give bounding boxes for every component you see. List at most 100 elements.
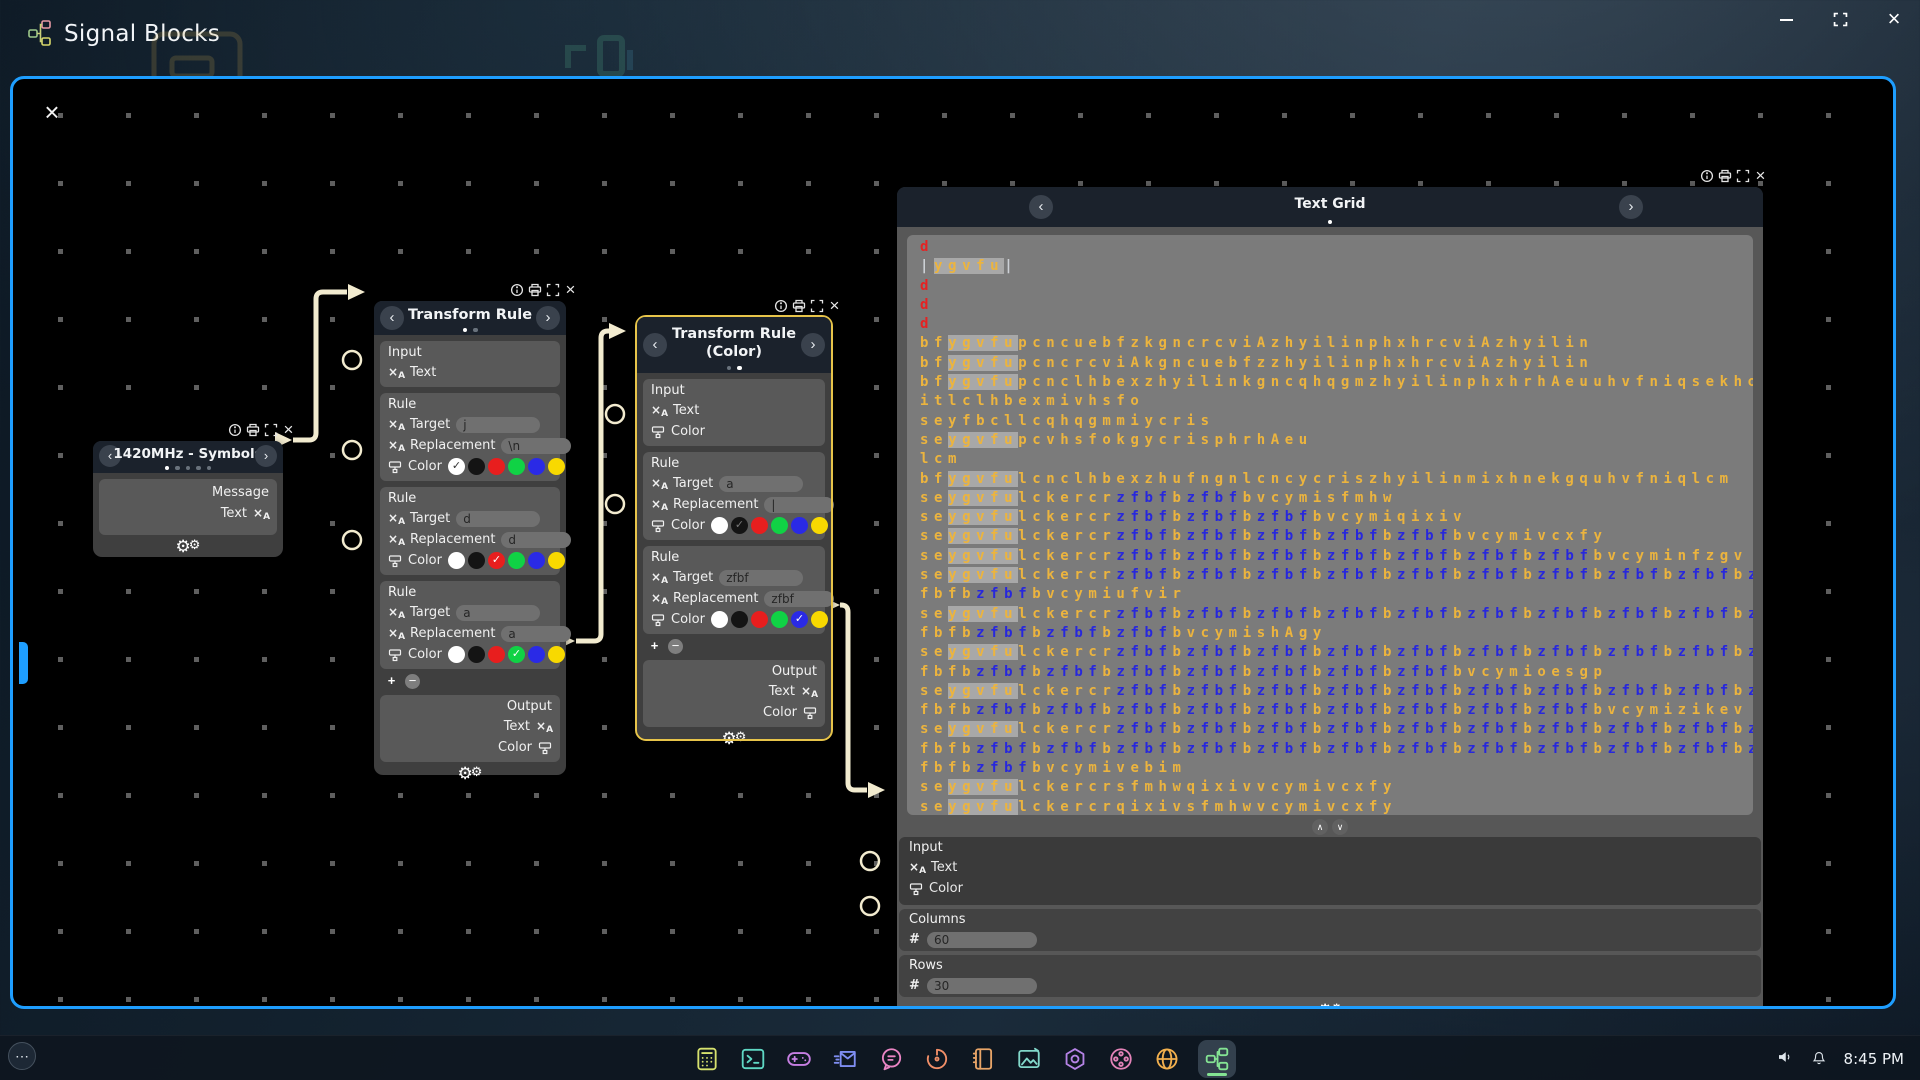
notebook-app-icon[interactable] — [968, 1044, 998, 1074]
panel-handle[interactable] — [19, 642, 28, 684]
fullscreen-icon[interactable] — [1735, 169, 1750, 184]
replacement-field[interactable]: a — [501, 626, 571, 642]
settings-gears-icon[interactable]: ⚙⚙ — [374, 762, 566, 786]
blue-swatch[interactable] — [791, 517, 808, 534]
next-page-button[interactable]: › — [801, 333, 825, 357]
fullscreen-icon[interactable] — [545, 283, 560, 298]
remove-rule-button[interactable]: − — [405, 674, 420, 689]
black-swatch[interactable] — [468, 646, 485, 663]
replacement-field[interactable]: \n — [501, 438, 571, 454]
chat-app-icon[interactable] — [876, 1044, 906, 1074]
volume-icon[interactable] — [1776, 1048, 1794, 1069]
gamepad-app-icon[interactable] — [784, 1044, 814, 1074]
white-swatch[interactable]: ✓ — [448, 458, 465, 475]
printer-icon[interactable] — [1717, 169, 1732, 184]
minimize-button[interactable] — [1772, 6, 1800, 32]
fullscreen-icon[interactable] — [263, 423, 278, 438]
replacement-field[interactable]: zfbf — [764, 591, 834, 607]
info-icon[interactable] — [1699, 169, 1714, 184]
white-swatch[interactable] — [448, 646, 465, 663]
node-canvas[interactable]: × ‹ 1420MHz - Symbols › MessageText×A ⚙⚙… — [10, 76, 1896, 1009]
terminal-app-icon[interactable] — [738, 1044, 768, 1074]
film-reel-app-icon[interactable] — [1106, 1044, 1136, 1074]
yellow-swatch[interactable] — [548, 552, 565, 569]
white-swatch[interactable] — [711, 517, 728, 534]
printer-icon[interactable] — [245, 423, 260, 438]
green-swatch[interactable]: ✓ — [508, 646, 525, 663]
printer-icon[interactable] — [527, 283, 542, 298]
calculator-app-icon[interactable] — [692, 1044, 722, 1074]
target-field[interactable]: d — [456, 511, 540, 527]
add-rule-button[interactable]: + — [384, 674, 399, 689]
maximize-button[interactable] — [1826, 6, 1854, 32]
green-swatch[interactable] — [771, 517, 788, 534]
yellow-swatch[interactable] — [548, 458, 565, 475]
white-swatch[interactable] — [448, 552, 465, 569]
notifications-bell-icon[interactable] — [1810, 1048, 1828, 1069]
remove-rule-button[interactable]: − — [668, 639, 683, 654]
yellow-swatch[interactable] — [811, 517, 828, 534]
green-swatch[interactable] — [508, 458, 525, 475]
node-transform-rule[interactable]: ‹ Transform Rule › Input×ATextRule×ATarg… — [374, 301, 566, 775]
close-icon[interactable]: × — [563, 283, 578, 298]
next-page-button[interactable]: › — [1619, 195, 1643, 219]
text-grid-output[interactable]: d|ygvfu|dddbfygvfupcncuebfzkgncrcviAzhyi… — [907, 235, 1753, 815]
black-swatch[interactable] — [731, 611, 748, 628]
timer-app-icon[interactable] — [922, 1044, 952, 1074]
canvas-close-icon[interactable]: × — [39, 99, 65, 125]
settings-gears-icon[interactable]: ⚙⚙ — [637, 727, 831, 751]
red-swatch[interactable] — [488, 646, 505, 663]
scroll-down-button[interactable]: ∨ — [1332, 819, 1348, 835]
close-icon[interactable]: × — [281, 423, 296, 438]
node-transform-color-header[interactable]: ‹ Transform Rule(Color) › — [637, 317, 831, 373]
node-symbols[interactable]: ‹ 1420MHz - Symbols › MessageText×A ⚙⚙ — [93, 441, 283, 557]
yellow-swatch[interactable] — [811, 611, 828, 628]
node-graph-app-icon[interactable] — [1198, 1040, 1236, 1078]
columns-value-field[interactable]: 60 — [927, 932, 1037, 948]
node-text-grid-header[interactable]: ‹ Text Grid › — [897, 187, 1763, 227]
target-field[interactable]: j — [456, 417, 540, 433]
node-symbols-header[interactable]: ‹ 1420MHz - Symbols › — [93, 441, 283, 473]
scroll-up-button[interactable]: ∧ — [1312, 819, 1328, 835]
next-page-button[interactable]: › — [536, 306, 560, 330]
black-swatch[interactable]: ✓ — [731, 517, 748, 534]
blue-swatch[interactable] — [528, 552, 545, 569]
settings-gears-icon[interactable]: ⚙⚙ — [93, 535, 283, 559]
info-icon[interactable] — [227, 423, 242, 438]
image-editor-app-icon[interactable] — [1014, 1044, 1044, 1074]
green-swatch[interactable] — [771, 611, 788, 628]
info-icon[interactable] — [773, 299, 788, 314]
close-icon[interactable]: × — [827, 299, 842, 314]
target-field[interactable]: a — [719, 476, 803, 492]
red-swatch[interactable] — [488, 458, 505, 475]
settings-gears-icon[interactable]: ⚙⚙ — [897, 999, 1763, 1009]
taskbar-more-button[interactable]: ⋯ — [8, 1042, 36, 1070]
green-swatch[interactable] — [508, 552, 525, 569]
globe-app-icon[interactable] — [1152, 1044, 1182, 1074]
fullscreen-icon[interactable] — [809, 299, 824, 314]
info-icon[interactable] — [509, 283, 524, 298]
red-swatch[interactable] — [751, 517, 768, 534]
target-field[interactable]: zfbf — [719, 570, 803, 586]
red-swatch[interactable]: ✓ — [488, 552, 505, 569]
printer-icon[interactable] — [791, 299, 806, 314]
white-swatch[interactable] — [711, 611, 728, 628]
red-swatch[interactable] — [751, 611, 768, 628]
black-swatch[interactable] — [468, 552, 485, 569]
next-page-button[interactable]: › — [255, 445, 277, 467]
add-rule-button[interactable]: + — [647, 639, 662, 654]
replacement-field[interactable]: d — [501, 532, 571, 548]
blue-swatch[interactable]: ✓ — [791, 611, 808, 628]
hex-settings-app-icon[interactable] — [1060, 1044, 1090, 1074]
mail-send-app-icon[interactable] — [830, 1044, 860, 1074]
blue-swatch[interactable] — [528, 458, 545, 475]
black-swatch[interactable] — [468, 458, 485, 475]
replacement-field[interactable]: | — [764, 497, 834, 513]
close-icon[interactable]: × — [1753, 169, 1768, 184]
yellow-swatch[interactable] — [548, 646, 565, 663]
blue-swatch[interactable] — [528, 646, 545, 663]
node-transform-header[interactable]: ‹ Transform Rule › — [374, 301, 566, 335]
rows-value-field[interactable]: 30 — [927, 978, 1037, 994]
close-button[interactable]: × — [1880, 6, 1908, 32]
node-transform-rule-color[interactable]: ‹ Transform Rule(Color) › Input×ATextCol… — [637, 317, 831, 739]
